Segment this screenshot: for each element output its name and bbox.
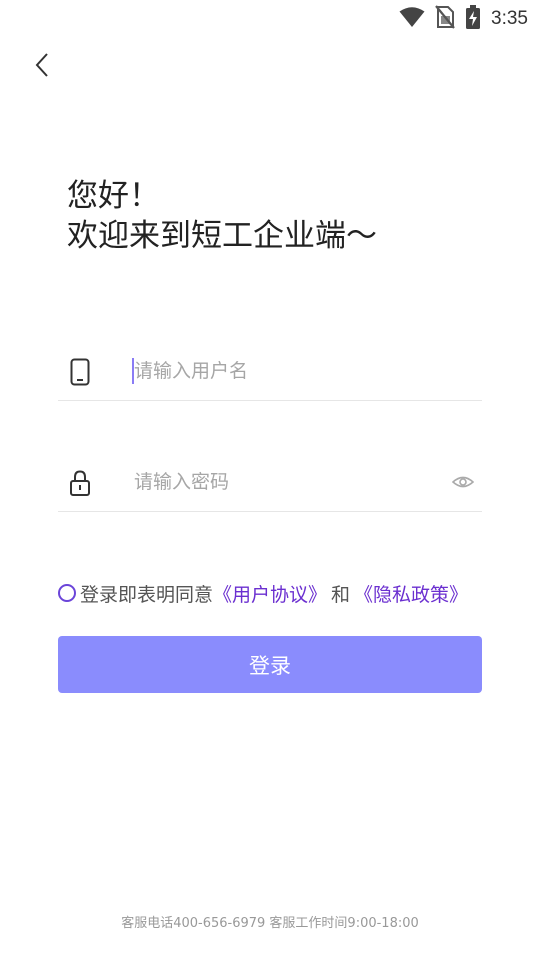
chevron-left-icon xyxy=(34,52,50,82)
agreement-prefix: 登录即表明同意 xyxy=(80,583,214,606)
agreement-joiner: 和 xyxy=(331,583,351,606)
agree-radio[interactable] xyxy=(58,584,76,602)
eye-icon[interactable] xyxy=(451,473,475,491)
lock-icon xyxy=(68,469,92,497)
greeting-line-1: 您好！ xyxy=(67,178,160,214)
status-time: 3:35 xyxy=(491,8,528,29)
user-agreement-link[interactable]: 《用户协议》 xyxy=(213,580,327,607)
agreement-row: 登录即表明同意 《用户协议》 和 《隐私政策》 xyxy=(58,578,468,608)
status-bar: 3:35 xyxy=(0,0,540,38)
status-icons: 3:35 xyxy=(399,4,528,34)
username-field xyxy=(58,342,482,401)
phone-icon xyxy=(68,358,92,386)
back-button[interactable] xyxy=(28,52,56,82)
username-input[interactable] xyxy=(132,354,434,388)
customer-service-info: 客服电话400-656-6979 客服工作时间9:00-18:00 xyxy=(121,916,419,931)
no-sim-icon xyxy=(435,5,455,33)
privacy-policy-link[interactable]: 《隐私政策》 xyxy=(354,580,468,607)
wifi-icon xyxy=(399,6,425,32)
password-input[interactable] xyxy=(132,465,434,499)
greeting: 您好！ 欢迎来到短工企业端～ xyxy=(67,176,377,256)
battery-charging-icon xyxy=(465,5,481,33)
password-field xyxy=(58,453,482,512)
login-button[interactable]: 登录 xyxy=(58,636,482,693)
greeting-line-2: 欢迎来到短工企业端～ xyxy=(67,218,377,254)
text-caret xyxy=(132,358,134,384)
